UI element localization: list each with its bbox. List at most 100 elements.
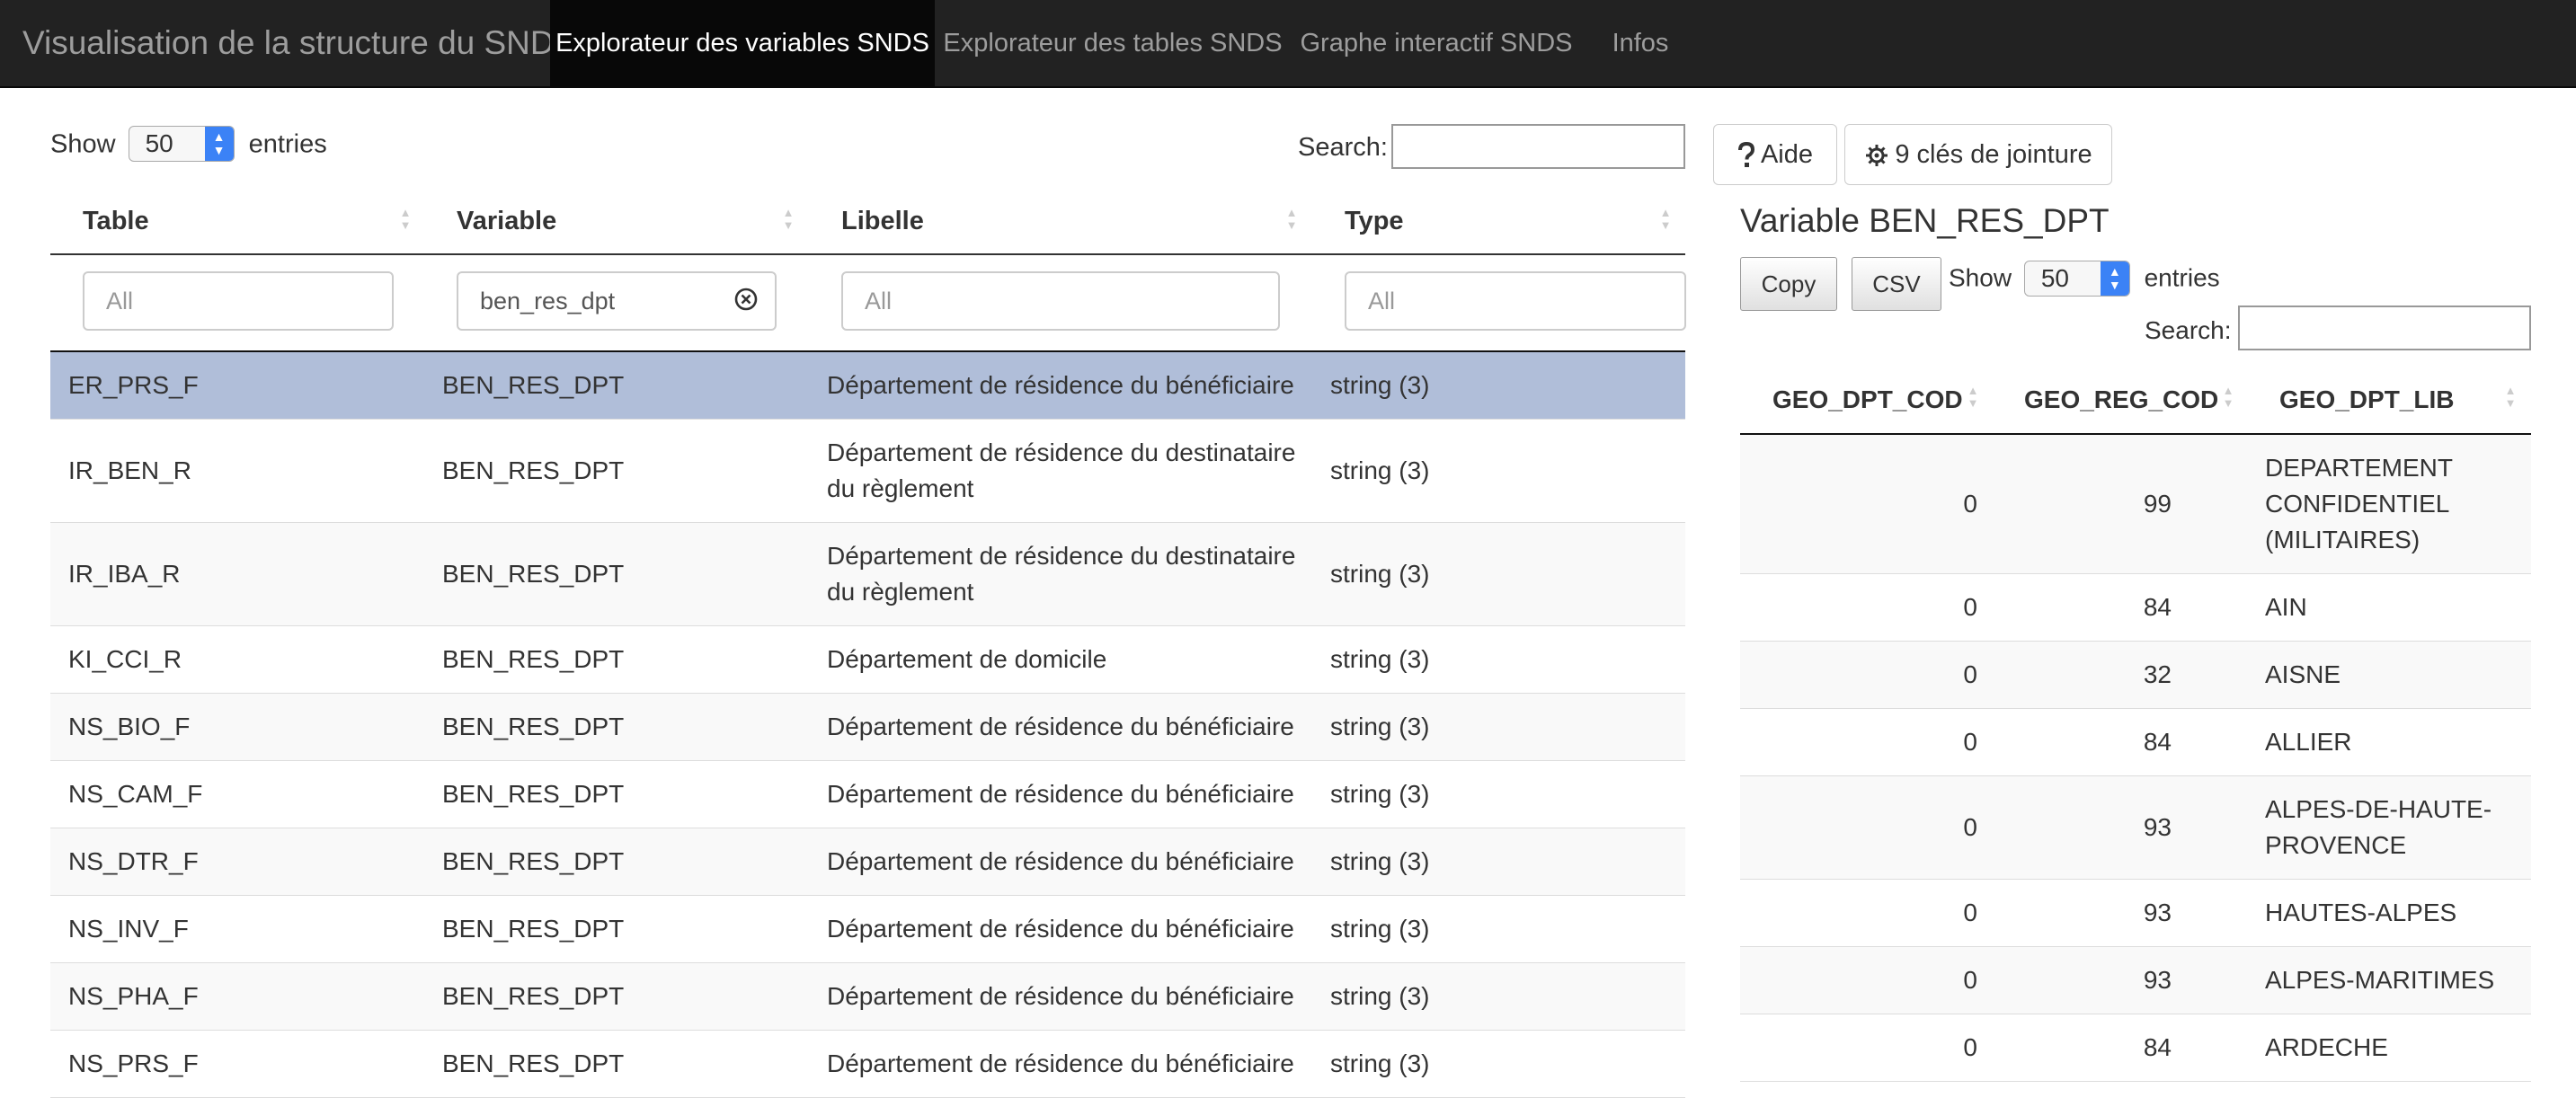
gear-icon xyxy=(1866,145,1888,167)
cell-geo-dpt-cod: 0 xyxy=(1963,813,1977,841)
cell-libelle: Département de résidence du destinataire… xyxy=(827,542,1296,606)
col-geo-reg-cod-header[interactable]: GEO_REG_COD xyxy=(2024,367,2218,433)
table-row[interactable]: 0 93 HAUTES-ALPES xyxy=(1740,880,2531,947)
sort-both-icon[interactable]: ▲ ▼ xyxy=(399,207,412,237)
tab-infos[interactable]: Infos xyxy=(1582,0,1699,86)
table-row[interactable]: 0 99 DEPARTEMENT CONFIDENTIEL (MILITAIRES) xyxy=(1740,435,2531,574)
column-filters: All ben_res_dpt All All xyxy=(50,255,1686,352)
left-search-input[interactable] xyxy=(1391,124,1685,169)
variables-table-body: ER_PRS_F BEN_RES_DPT Département de réside… xyxy=(50,352,1685,1098)
cell-geo-dpt-cod: 0 xyxy=(1963,593,1977,621)
cell-geo-reg-cod: 99 xyxy=(2143,490,2172,518)
cell-table: ER_PRS_F xyxy=(68,371,199,399)
table-row[interactable]: IR_BEN_R BEN_RES_DPT Département de réside… xyxy=(50,420,1685,523)
col-geo-dpt-lib-header[interactable]: GEO_DPT_LIB xyxy=(2279,367,2454,433)
cell-variable: BEN_RES_DPT xyxy=(442,1049,625,1077)
filter-variable[interactable]: ben_res_dpt xyxy=(457,271,777,331)
cell-geo-dpt-lib: AISNE xyxy=(2265,660,2341,688)
table-row[interactable]: NS_CAM_F BEN_RES_DPT Département de réside… xyxy=(50,761,1685,828)
cell-variable: BEN_RES_DPT xyxy=(442,645,625,673)
values-table-header: GEO_DPT_COD ▲ ▼ GEO_REG_COD ▲ ▼ GEO_DPT_LI… xyxy=(1740,367,2531,435)
col-variable-header[interactable]: Variable xyxy=(457,189,556,253)
entries-select[interactable]: 50 ▲ ▼ xyxy=(128,126,235,163)
table-row[interactable]: 0 32 AISNE xyxy=(1740,642,2531,709)
table-row[interactable]: 0 84 ARDECHE xyxy=(1740,1014,2531,1082)
filter-table[interactable]: All xyxy=(83,271,394,331)
join-keys-label: 9 clés de jointure xyxy=(1895,140,2092,169)
sort-both-icon[interactable]: ▲ ▼ xyxy=(1967,385,1979,415)
sort-both-icon[interactable]: ▲ ▼ xyxy=(2504,385,2517,415)
left-length-control: Show 50 ▲ ▼ entries xyxy=(50,122,327,164)
right-search-input[interactable] xyxy=(2238,305,2531,350)
cell-type: string (3) xyxy=(1330,371,1430,399)
table-row[interactable]: ER_PRS_F BEN_RES_DPT Département de réside… xyxy=(50,352,1685,420)
cell-type: string (3) xyxy=(1330,982,1430,1010)
col-geo-dpt-cod-header[interactable]: GEO_DPT_COD xyxy=(1772,367,1963,433)
filter-libelle[interactable]: All xyxy=(841,271,1280,331)
cell-variable: BEN_RES_DPT xyxy=(442,456,625,484)
col-type-header[interactable]: Type xyxy=(1345,189,1404,253)
sort-both-icon[interactable]: ▲ ▼ xyxy=(1285,207,1298,237)
cell-geo-reg-cod: 84 xyxy=(2143,593,2172,621)
cell-geo-dpt-cod: 0 xyxy=(1963,966,1977,994)
cell-type: string (3) xyxy=(1330,915,1430,943)
cell-geo-reg-cod: 84 xyxy=(2143,728,2172,756)
right-length-control: Show 50 ▲ ▼ entries xyxy=(1949,257,2220,298)
aide-label: Aide xyxy=(1760,140,1814,169)
cell-libelle: Département de résidence du bénéficiaire xyxy=(827,982,1294,1010)
right-show-label: Show xyxy=(1949,263,2012,292)
cell-type: string (3) xyxy=(1330,1049,1430,1077)
cell-geo-dpt-lib: HAUTES-ALPES xyxy=(2265,899,2457,926)
cell-geo-reg-cod: 93 xyxy=(2143,966,2172,994)
cell-geo-dpt-cod: 0 xyxy=(1963,899,1977,926)
cell-geo-dpt-lib: ALPES-DE-HAUTE-PROVENCE xyxy=(2265,795,2492,859)
cell-geo-dpt-lib: DEPARTEMENT CONFIDENTIEL (MILITAIRES) xyxy=(2265,454,2453,553)
copy-button[interactable]: Copy xyxy=(1740,257,1837,311)
cell-libelle: Département de résidence du destinataire… xyxy=(827,438,1296,502)
tab-tables[interactable]: Explorateur des tables SNDS xyxy=(935,0,1291,86)
aide-button[interactable]: Aide xyxy=(1713,124,1837,185)
cell-geo-dpt-lib: ALPES-MARITIMES xyxy=(2265,966,2495,994)
cell-table: KI_CCI_R xyxy=(68,645,182,673)
table-row[interactable]: NS_BIO_F BEN_RES_DPT Département de réside… xyxy=(50,694,1685,761)
cell-libelle: Département de résidence du bénéficiaire xyxy=(827,915,1294,943)
csv-button[interactable]: CSV xyxy=(1852,257,1941,311)
cell-table: NS_INV_F xyxy=(68,915,189,943)
cell-table: NS_BIO_F xyxy=(68,713,191,740)
table-row[interactable]: 0 93 ALPES-DE-HAUTE-PROVENCE xyxy=(1740,776,2531,880)
table-row[interactable]: 0 84 AIN xyxy=(1740,574,2531,642)
table-row[interactable]: NS_DTR_F BEN_RES_DPT Département de réside… xyxy=(50,828,1685,896)
app-brand[interactable]: Visualisation de la structure du SNDS xyxy=(22,0,576,86)
cell-table: IR_BEN_R xyxy=(68,456,191,484)
cell-type: string (3) xyxy=(1330,847,1430,875)
right-entries-select[interactable]: 50 ▲ ▼ xyxy=(2023,260,2130,297)
table-row[interactable]: NS_INV_F BEN_RES_DPT Département de réside… xyxy=(50,896,1685,963)
show-label: Show xyxy=(50,129,116,159)
cell-type: string (3) xyxy=(1330,645,1430,673)
circle-x-icon[interactable] xyxy=(733,287,759,312)
join-keys-button[interactable]: 9 clés de jointure xyxy=(1844,124,2112,185)
cell-type: string (3) xyxy=(1330,713,1430,740)
table-row[interactable]: IR_IBA_R BEN_RES_DPT Département de réside… xyxy=(50,523,1685,626)
entries-label: entries xyxy=(248,129,327,159)
sort-both-icon[interactable]: ▲ ▼ xyxy=(782,207,795,237)
table-row[interactable]: 0 93 ALPES-MARITIMES xyxy=(1740,947,2531,1014)
right-entries-label: entries xyxy=(2144,263,2220,292)
sort-both-icon[interactable]: ▲ ▼ xyxy=(1659,207,1672,237)
table-row[interactable]: NS_PHA_F BEN_RES_DPT Département de réside… xyxy=(50,963,1685,1031)
col-table-header[interactable]: Table xyxy=(83,189,149,253)
cell-table: NS_CAM_F xyxy=(68,780,203,808)
tab-graph[interactable]: Graphe interactif SNDS xyxy=(1291,0,1582,86)
cell-variable: BEN_RES_DPT xyxy=(442,915,625,943)
cell-table: NS_PHA_F xyxy=(68,982,199,1010)
sort-both-icon[interactable]: ▲ ▼ xyxy=(2222,385,2234,415)
table-row[interactable]: NS_PRS_F BEN_RES_DPT Département de réside… xyxy=(50,1031,1685,1098)
cell-type: string (3) xyxy=(1330,560,1430,588)
tab-variables[interactable]: Explorateur des variables SNDS xyxy=(550,0,935,86)
table-row[interactable]: KI_CCI_R BEN_RES_DPT Département de domici… xyxy=(50,626,1685,694)
filter-type[interactable]: All xyxy=(1345,271,1686,331)
table-row[interactable]: 0 84 ALLIER xyxy=(1740,709,2531,776)
col-libelle-header[interactable]: Libelle xyxy=(841,189,924,253)
cell-libelle: Département de domicile xyxy=(827,645,1107,673)
cell-geo-dpt-lib: ARDECHE xyxy=(2265,1033,2388,1061)
